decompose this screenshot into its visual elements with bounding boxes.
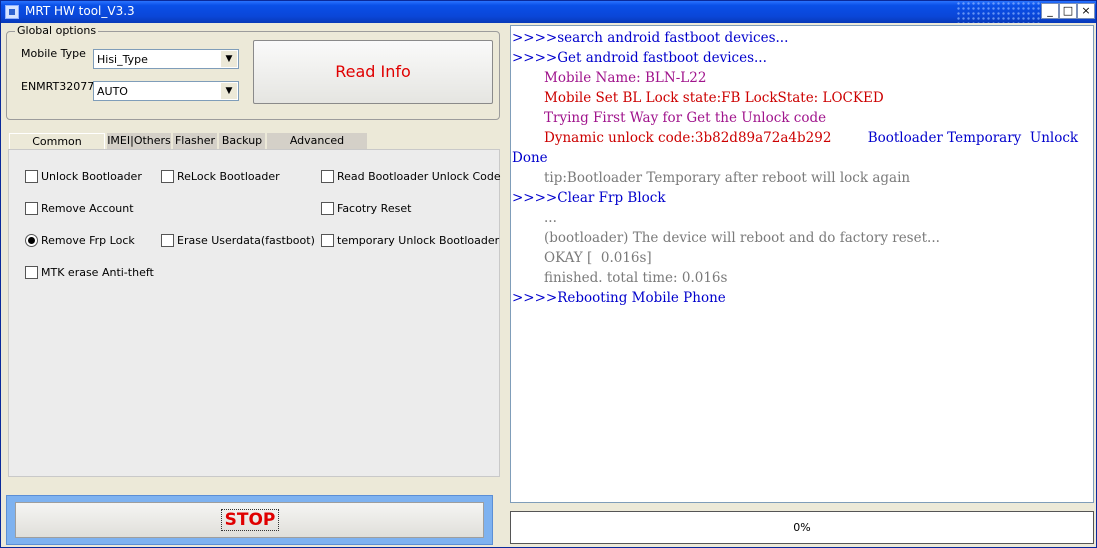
remove-account-checkbox[interactable]	[25, 202, 38, 215]
log-text: Mobile Set BL Lock state:FB LockState: L…	[544, 90, 884, 106]
stop-button-label: STOP	[221, 509, 279, 531]
tab-backup[interactable]: Backup	[219, 133, 265, 149]
stop-button-frame: STOP	[6, 495, 493, 545]
log-line: >>>>Rebooting Mobile Phone	[512, 288, 726, 308]
log-line: tip:Bootloader Temporary after reboot wi…	[544, 168, 910, 188]
tab-flasher[interactable]: Flasher	[173, 133, 217, 149]
enmrt-value: AUTO	[97, 85, 128, 98]
progress-label: 0%	[793, 521, 811, 534]
log-line: Trying First Way for Get the Unlock code	[544, 108, 826, 128]
log-line: >>>>Clear Frp Block	[512, 188, 666, 208]
log-text: Done	[512, 150, 548, 166]
erase-userdata-checkbox[interactable]	[161, 234, 174, 247]
chevron-down-icon[interactable]: ▼	[221, 83, 237, 99]
read-info-button[interactable]: Read Info	[253, 40, 493, 104]
global-options-label: Global options	[15, 24, 99, 37]
relock-bootloader-checkbox[interactable]	[161, 170, 174, 183]
close-button[interactable]: ×	[1077, 3, 1095, 19]
log-text: tip:Bootloader Temporary after reboot wi…	[544, 170, 911, 186]
log-output[interactable]: >>>>search android fastboot devices... >…	[510, 25, 1094, 503]
enmrt-select[interactable]: AUTO ▼	[93, 81, 239, 101]
log-line: (bootloader) The device will reboot and …	[544, 228, 940, 248]
log-suffix: Bootloader Temporary Unlock	[867, 130, 1079, 146]
progress-bar: 0%	[510, 511, 1094, 544]
log-line: Dynamic unlock code:3b82d89a72a4b292 Boo…	[544, 128, 1078, 148]
log-text: ...	[544, 210, 557, 226]
titlebar-decoration	[956, 1, 1040, 23]
log-line: Done	[512, 148, 548, 168]
tab-common-functions[interactable]: Common functions	[9, 133, 105, 163]
log-text: Mobile Name: BLN-L22	[544, 70, 707, 86]
log-line: OKAY [ 0.016s]	[544, 248, 652, 268]
mobile-type-value: Hisi_Type	[97, 53, 148, 66]
enmrt-label: ENMRT32077	[21, 80, 95, 93]
unlock-bootloader-checkbox[interactable]	[25, 170, 38, 183]
common-functions-panel: Unlock Bootloader ReLock Bootloader Read…	[8, 149, 501, 477]
log-line: ...	[544, 208, 557, 228]
tab-imei-others[interactable]: IMEI|Others	[107, 133, 171, 149]
log-text: >>>>Get android fastboot devices...	[512, 50, 767, 66]
log-text: >>>>Rebooting Mobile Phone	[512, 290, 726, 306]
log-text: finished. total time: 0.016s	[544, 270, 728, 286]
left-pane: Global options Mobile Type Hisi_Type ▼ E…	[1, 23, 507, 547]
read-bootloader-unlock-code-checkbox[interactable]	[321, 170, 334, 183]
minimize-button[interactable]: _	[1041, 3, 1059, 19]
log-line: Mobile Set BL Lock state:FB LockState: L…	[544, 88, 884, 108]
window-title: MRT HW tool_V3.3	[25, 4, 135, 18]
log-line: Mobile Name: BLN-L22	[544, 68, 706, 88]
temporary-unlock-bootloader-checkbox[interactable]	[321, 234, 334, 247]
tab-advanced-function[interactable]: Advanced function	[267, 133, 367, 162]
factory-reset-checkbox[interactable]	[321, 202, 334, 215]
log-text: Trying First Way for Get the Unlock code	[544, 110, 827, 126]
mobile-type-label: Mobile Type	[21, 47, 86, 60]
title-bar[interactable]: MRT HW tool_V3.3 _ □ ×	[1, 1, 1096, 23]
log-text: Dynamic unlock code:3b82d89a72a4b292	[544, 130, 832, 146]
log-line: >>>>search android fastboot devices...	[512, 28, 788, 48]
mobile-type-select[interactable]: Hisi_Type ▼	[93, 49, 239, 69]
restore-button[interactable]: □	[1059, 3, 1077, 19]
log-line: finished. total time: 0.016s	[544, 268, 727, 288]
log-text: (bootloader) The device will reboot and …	[544, 230, 940, 246]
log-text: OKAY [ 0.016s]	[544, 250, 652, 266]
chevron-down-icon[interactable]: ▼	[221, 51, 237, 67]
log-text: >>>>Clear Frp Block	[512, 190, 666, 206]
app-icon	[5, 5, 19, 19]
stop-button[interactable]: STOP	[15, 502, 484, 538]
log-line: >>>>Get android fastboot devices...	[512, 48, 767, 68]
remove-frp-lock-radio[interactable]	[25, 234, 38, 247]
app-window: MRT HW tool_V3.3 _ □ × Global options Mo…	[0, 0, 1097, 548]
mtk-erase-antitheft-checkbox[interactable]	[25, 266, 38, 279]
log-text: >>>>search android fastboot devices...	[512, 30, 789, 46]
